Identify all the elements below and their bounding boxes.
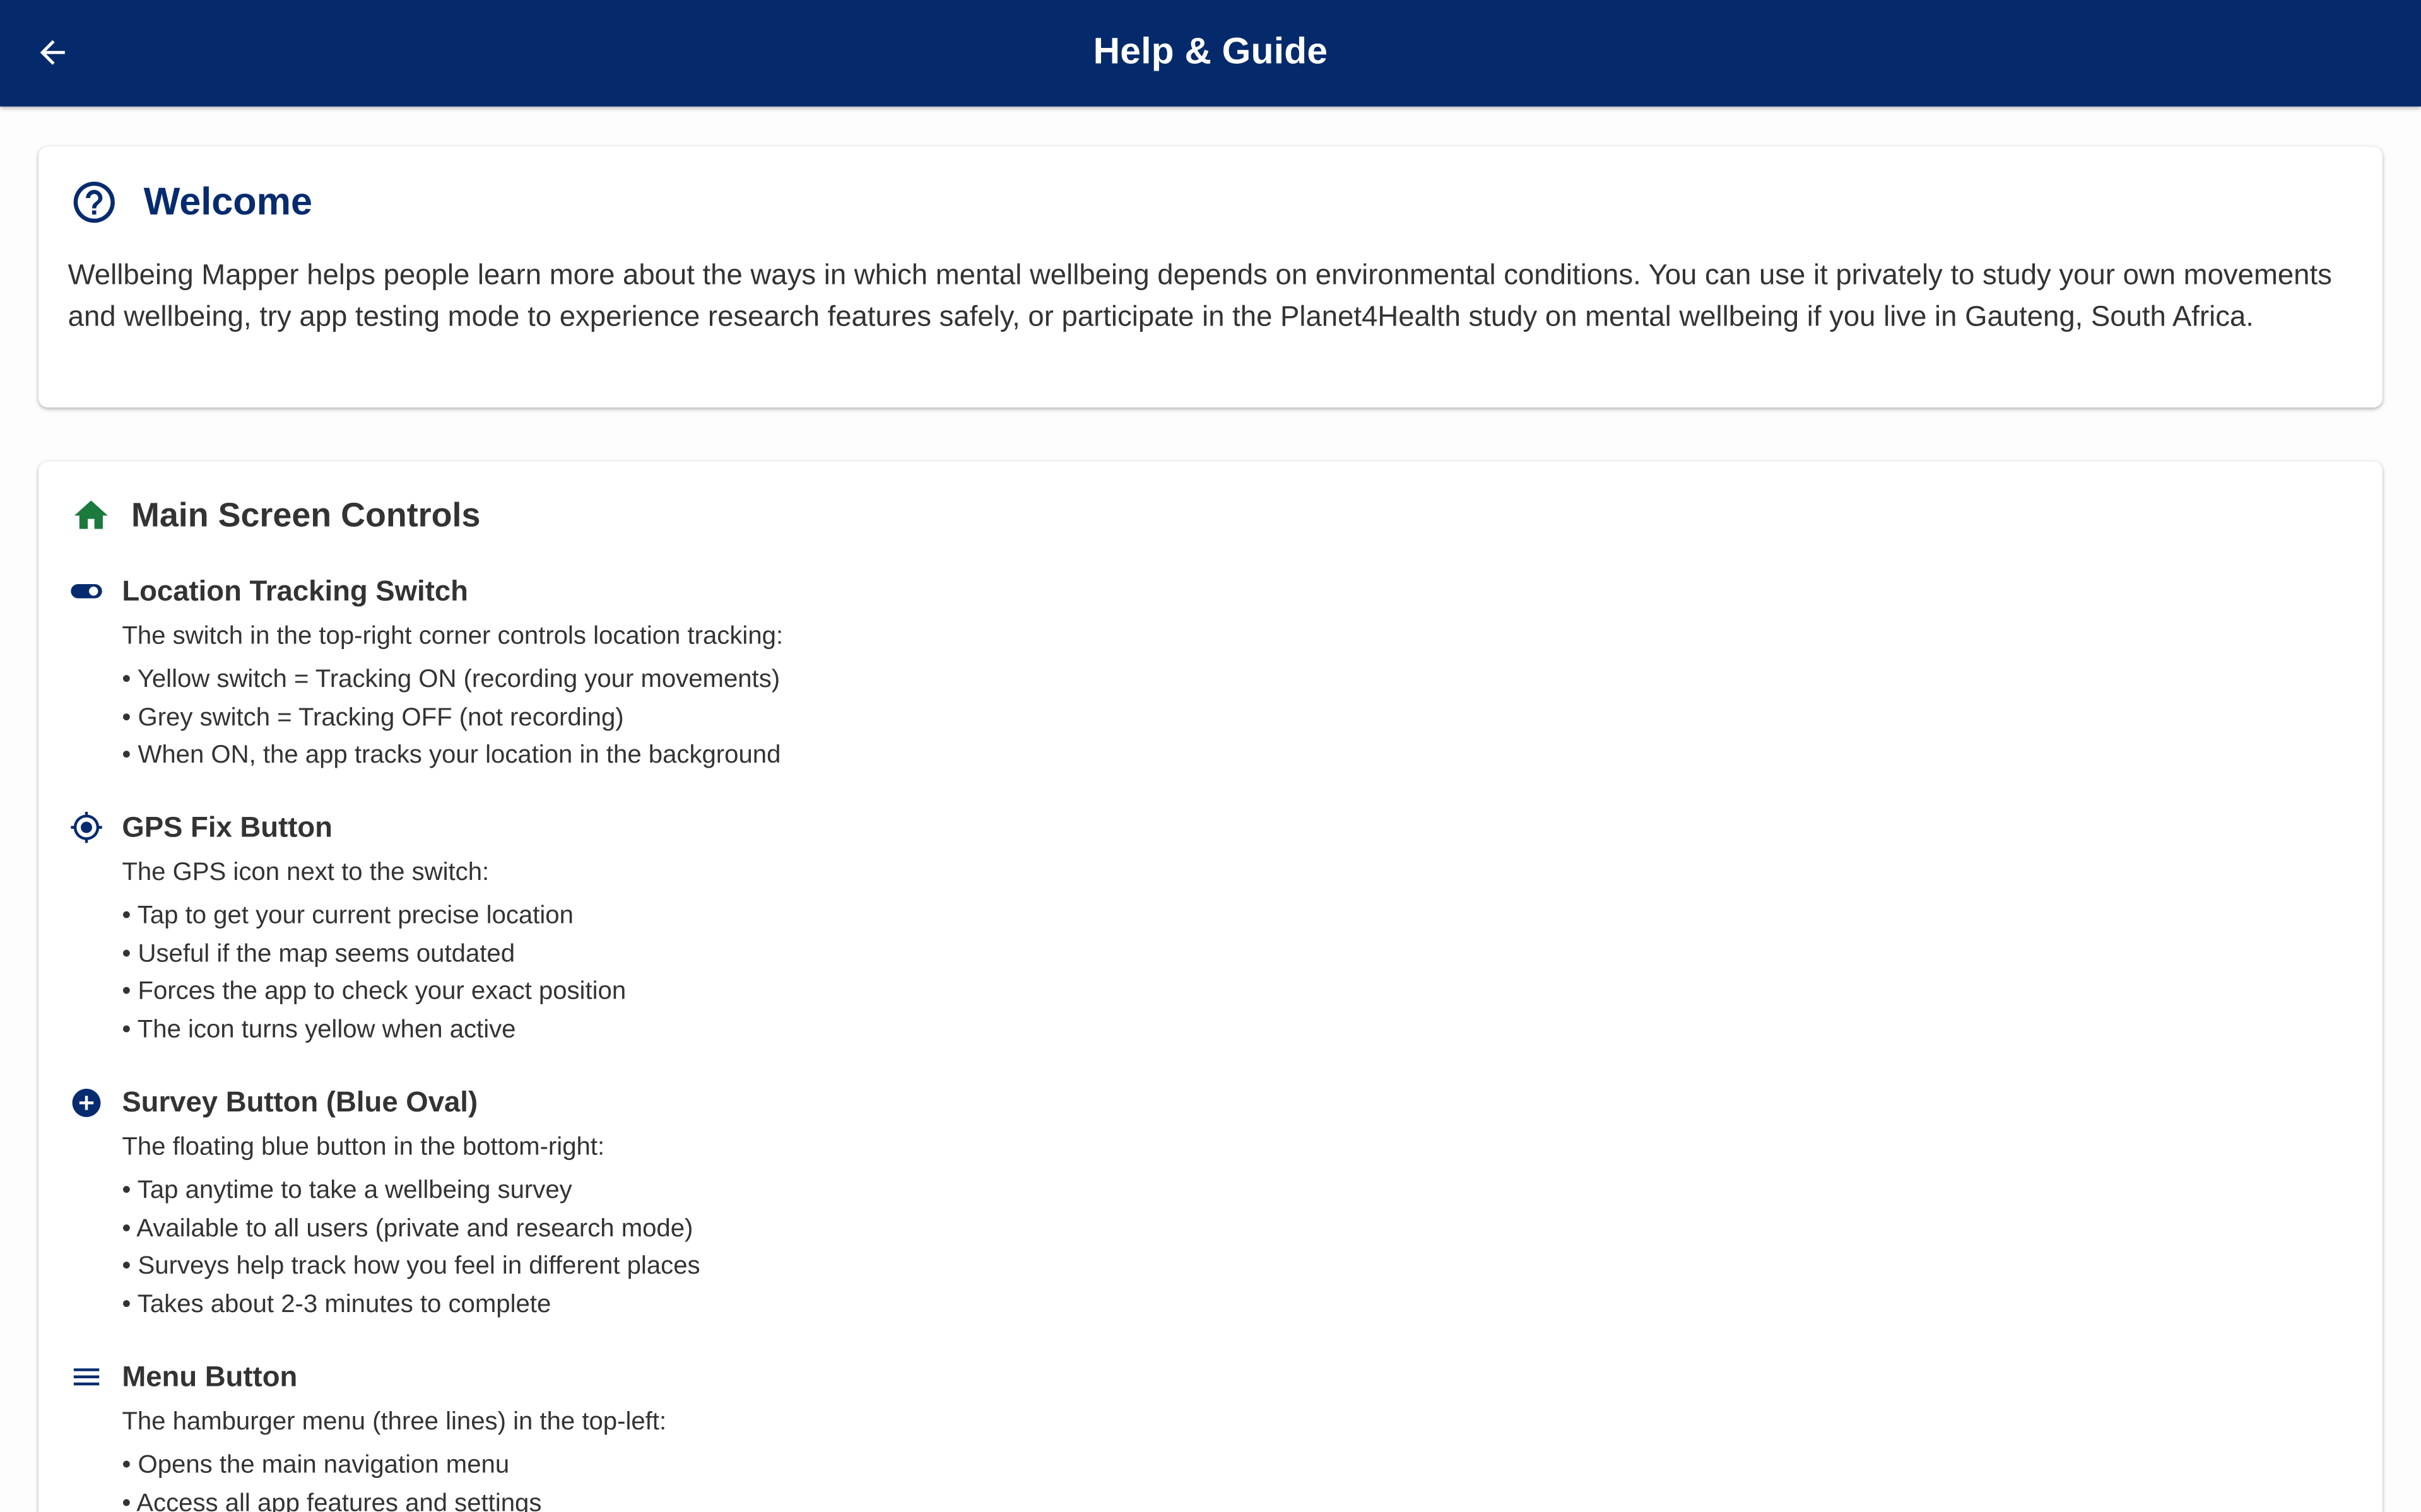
controls-title: Main Screen Controls <box>131 495 481 534</box>
bullet-item: • Opens the main navigation menu <box>122 1451 510 1479</box>
help-guide-screen: Help & Guide Welcome Wellbeing Mapper he… <box>0 0 2421 1512</box>
menu-icon <box>69 1360 103 1394</box>
help-item-title: Survey Button (Blue Oval) <box>122 1085 478 1118</box>
help-item-title: GPS Fix Button <box>122 810 333 843</box>
help-item-survey-button: Survey Button (Blue Oval) The floating b… <box>69 1084 2231 1323</box>
bullet-list: • Tap to get your current precise locati… <box>122 897 2231 1048</box>
help-item-description: The GPS icon next to the switch: <box>122 858 490 886</box>
bullet-item: • Forces the app to check your exact pos… <box>122 976 627 1005</box>
help-item-menu-button: Menu Button The hamburger menu (three li… <box>69 1358 2231 1512</box>
bullet-item: • Grey switch = Tracking OFF (not record… <box>122 703 624 731</box>
bullet-item: • Takes about 2-3 minutes to complete <box>122 1289 551 1318</box>
home-icon <box>74 500 108 529</box>
help-item-title: Menu Button <box>122 1359 298 1393</box>
bullet-item: • Available to all users (private and re… <box>122 1214 693 1242</box>
page-title: Help & Guide <box>1093 30 1328 73</box>
toggle-icon <box>69 574 103 608</box>
help-item-description: The switch in the top-right corner contr… <box>122 622 784 650</box>
help-item-location-tracking: Location Tracking Switch The switch in t… <box>69 573 2231 774</box>
bullet-item: • Access all app features and settings <box>122 1489 542 1512</box>
bullet-item: • Yellow switch = Tracking ON (recording… <box>122 665 780 693</box>
controls-heading: Main Screen Controls <box>71 495 481 536</box>
bullet-item: • Surveys help track how you feel in dif… <box>122 1251 700 1280</box>
help-item-description: The floating blue button in the bottom-r… <box>122 1133 605 1161</box>
help-item-gps-fix: GPS Fix Button The GPS icon next to the … <box>69 809 2231 1048</box>
bullet-list: • Yellow switch = Tracking ON (recording… <box>122 660 2231 774</box>
gps-fixed-icon <box>69 811 103 845</box>
bullet-item: • The icon turns yellow when active <box>122 1014 516 1043</box>
bullet-item: • Tap anytime to take a wellbeing survey <box>122 1176 572 1204</box>
bullet-item: • Useful if the map seems outdated <box>122 939 515 968</box>
bullet-list: • Opens the main navigation menu • Acces… <box>122 1446 2231 1512</box>
welcome-text: Wellbeing Mapper helps people learn more… <box>68 257 2332 332</box>
welcome-heading: Welcome <box>69 177 312 226</box>
app-bar: Help & Guide <box>0 0 2421 107</box>
bullet-item: • When ON, the app tracks your location … <box>122 741 781 769</box>
welcome-card: Welcome Wellbeing Mapper helps people le… <box>38 146 2383 408</box>
help-circle-icon <box>73 181 115 223</box>
main-screen-controls-card: Main Screen Controls Location Tracking S… <box>38 461 2383 1512</box>
help-item-title: Location Tracking Switch <box>122 574 468 607</box>
help-item-description: The hamburger menu (three lines) in the … <box>122 1407 667 1436</box>
add-circle-icon <box>69 1085 103 1119</box>
bullet-item: • Tap to get your current precise locati… <box>122 901 574 930</box>
welcome-title: Welcome <box>143 180 313 223</box>
bullet-list: • Tap anytime to take a wellbeing survey… <box>122 1171 2231 1323</box>
